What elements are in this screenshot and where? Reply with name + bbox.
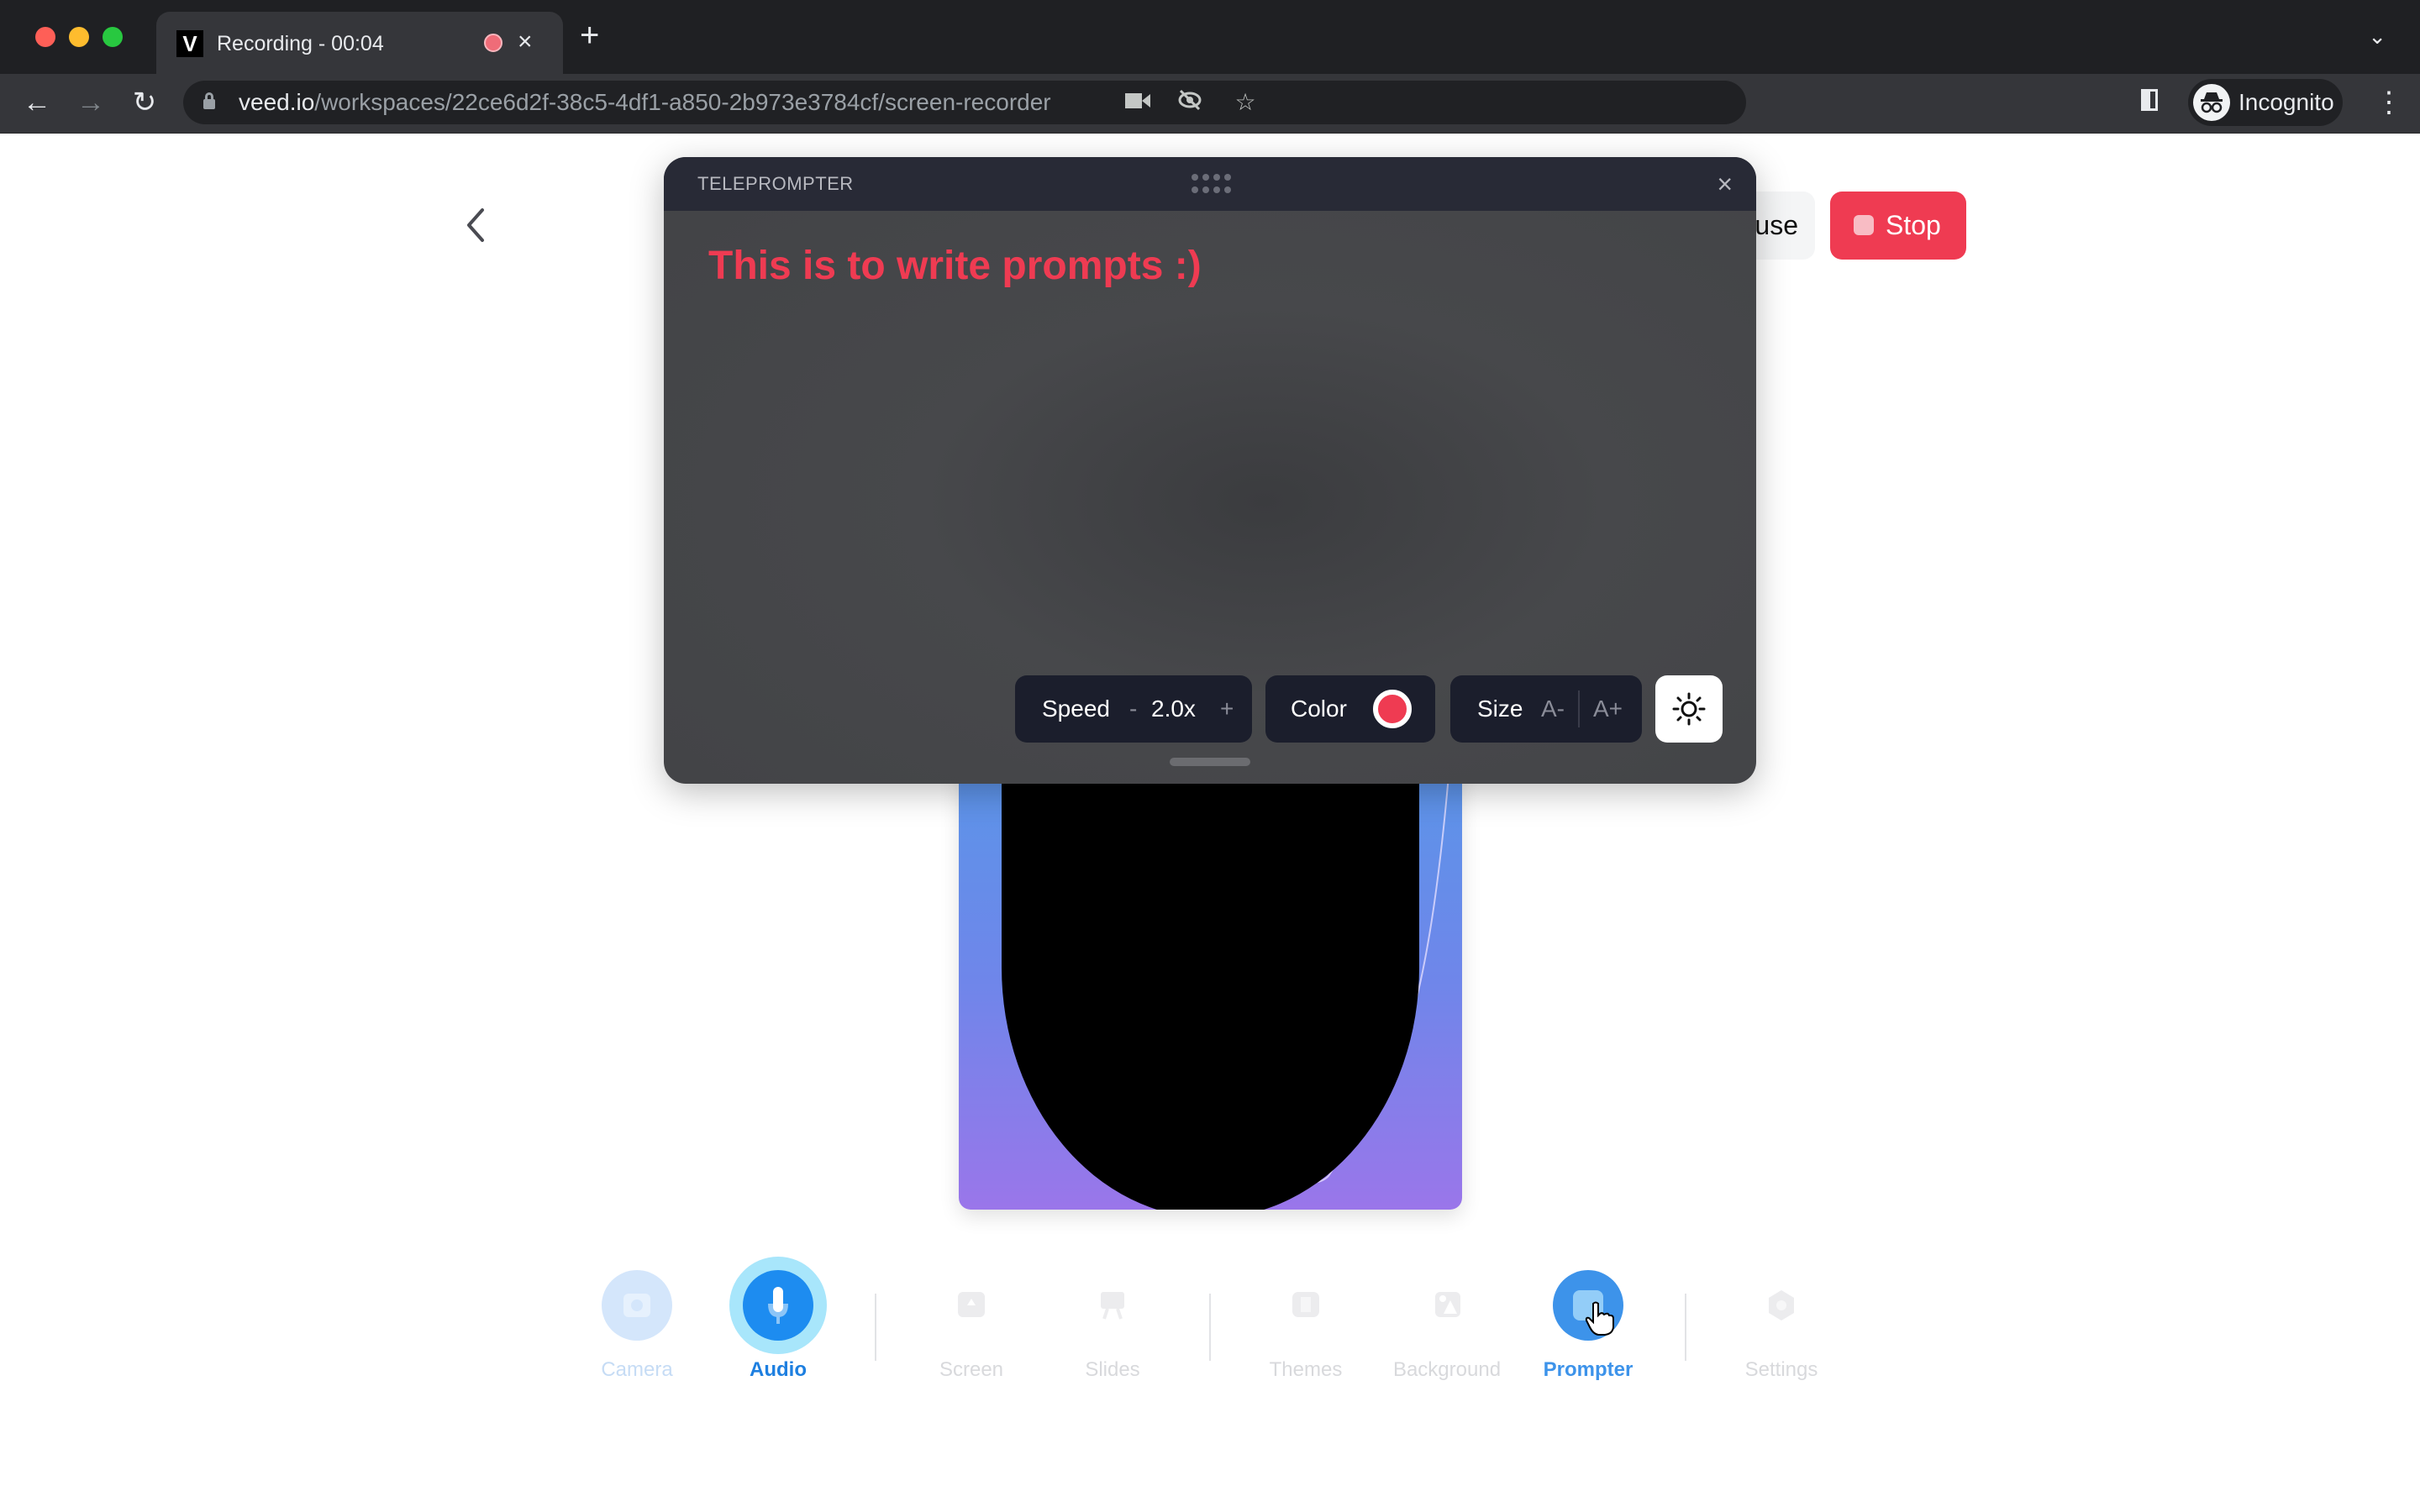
tab-title: Recording - 00:04 [217,32,384,55]
camera-preview [959,756,1462,1210]
url-text[interactable]: veed.io/workspaces/22ce6d2f-38c5-4df1-a8… [239,87,1051,118]
size-divider [1578,690,1580,727]
incognito-icon [2193,84,2230,121]
incognito-profile-button[interactable]: Incognito [2188,79,2343,126]
size-decrease-button[interactable]: A- [1541,692,1565,726]
stop-label: Stop [1886,210,1941,240]
back-chevron-icon[interactable] [460,205,491,245]
color-control: Color [1265,675,1435,743]
browser-menu-icon[interactable]: ⋮ [2375,84,2403,121]
dock-label: Audio [750,1358,807,1381]
speed-decrease-button[interactable]: - [1129,692,1137,726]
dock-label: Background [1392,1358,1502,1381]
resize-handle[interactable] [1170,758,1250,766]
dock-divider [1209,1294,1211,1361]
themes-icon [1270,1270,1341,1341]
eye-off-icon[interactable] [1175,89,1205,117]
browser-tab-strip: V Recording - 00:04 × + ⌄ [0,0,2420,74]
hand-cursor-icon [1585,1300,1615,1341]
recording-dot-icon [484,34,502,52]
forward-button[interactable]: → [72,84,109,121]
stop-icon [1854,215,1874,235]
screen-share-icon [936,1270,1007,1341]
address-bar[interactable]: veed.io/workspaces/22ce6d2f-38c5-4df1-a8… [183,81,1746,124]
sun-icon [1672,692,1706,726]
teleprompter-header[interactable]: TELEPROMPTER × [664,157,1756,211]
window-minimize-button[interactable] [69,27,89,47]
speed-increase-button[interactable]: + [1220,692,1234,726]
microphone-icon [743,1270,813,1341]
teleprompter-title: TELEPROMPTER [697,173,854,194]
tab-list-chevron-icon[interactable]: ⌄ [2368,24,2386,50]
back-button[interactable]: ← [18,84,55,121]
dock-screen[interactable]: Screen [908,1270,1034,1383]
dock-label: Themes [1269,1358,1343,1381]
drag-handle-icon[interactable] [1192,174,1232,194]
lock-icon [203,92,215,109]
size-label: Size [1477,696,1523,722]
color-swatch[interactable] [1373,690,1412,728]
background-image-icon [1412,1270,1482,1341]
speed-control: Speed - 2.0x + [1015,675,1252,743]
new-tab-button[interactable]: + [580,18,599,52]
dock-label: Settings [1744,1358,1818,1381]
stop-button[interactable]: Stop [1830,192,1966,260]
dock-label: Prompter [1543,1358,1634,1381]
browser-tab[interactable]: V Recording - 00:04 × [156,12,563,74]
dock-camera[interactable]: Camera [574,1270,700,1383]
veed-favicon-icon: V [176,30,203,57]
dock-divider [875,1294,876,1361]
teleprompter-panel: TELEPROMPTER × This is to write prompts … [664,157,1756,784]
tab-close-button[interactable]: × [518,27,533,57]
dock-background[interactable]: Background [1384,1270,1510,1383]
camera-in-use-icon[interactable] [1123,89,1153,116]
side-panel-icon[interactable] [2141,89,2158,111]
window-maximize-button[interactable] [103,27,123,47]
dock-settings[interactable]: Settings [1718,1270,1844,1383]
speed-value: 2.0x [1151,696,1196,722]
dock-slides[interactable]: Slides [1050,1270,1176,1383]
window-close-button[interactable] [35,27,55,47]
settings-gear-icon [1746,1270,1817,1341]
theme-toggle-button[interactable] [1655,675,1723,743]
color-label: Color [1291,696,1347,722]
dock-divider [1685,1294,1686,1361]
camera-feed [1002,756,1419,1210]
size-increase-button[interactable]: A+ [1593,692,1623,726]
presentation-icon [1077,1270,1148,1341]
size-control: Size A- A+ [1450,675,1642,743]
incognito-label: Incognito [2238,89,2334,115]
close-icon[interactable]: × [1717,169,1733,199]
teleprompter-text[interactable]: This is to write prompts :) [708,241,1202,291]
dock-audio[interactable]: Audio [715,1270,841,1383]
dock-themes[interactable]: Themes [1243,1270,1369,1383]
camera-icon [602,1270,672,1341]
dock-label: Screen [939,1358,1004,1381]
reload-button[interactable]: ↻ [126,84,163,121]
dock-label: Camera [601,1358,673,1381]
bookmark-star-icon[interactable]: ☆ [1230,89,1260,116]
dock-label: Slides [1085,1358,1140,1381]
speed-label: Speed [1042,696,1110,722]
